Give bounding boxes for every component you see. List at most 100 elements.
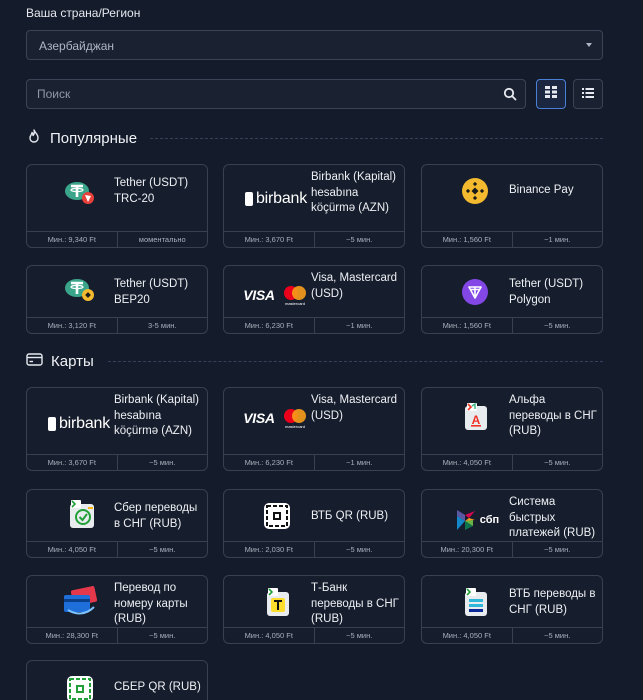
card-footer: Мин.: 2,030 Ft ~5 мин. (224, 541, 404, 557)
region-label: Ваша страна/Регион (26, 6, 141, 20)
method-name: Birbank (Kapital) hesabına köçürmə (AZN) (311, 171, 397, 214)
processing-time: ~1 мин. (544, 235, 571, 244)
method-name: Tether (USDT) BEP20 (114, 278, 189, 306)
tether-bep20-icon (39, 270, 121, 310)
grid-icon (545, 85, 557, 103)
fire-icon (26, 128, 42, 148)
sber-qr-icon (39, 669, 121, 700)
vtb-transfer-icon (434, 582, 516, 622)
visa-logo: VISA (243, 287, 275, 303)
method-name: Т-Банк переводы в СНГ (RUB) (311, 582, 399, 625)
birbank-logo-text: birbank (58, 415, 111, 432)
min-amount: Мин.: 6,230 Ft (224, 318, 315, 333)
visa-mastercard-logo: VISA mastercard (232, 275, 320, 315)
sbp-logo-text: сбп (479, 514, 500, 526)
card-footer: Мин.: 4,050 Ft ~5 мин. (224, 627, 404, 643)
method-name: ВТБ QR (RUB) (311, 510, 389, 522)
method-card[interactable]: Tether (USDT) TRC-20 Мин.: 9,340 Ft момен… (26, 164, 208, 248)
grid-view-button[interactable] (536, 79, 566, 109)
tether-trc20-icon (39, 173, 121, 213)
method-card[interactable]: ВТБ переводы в СНГ (RUB) Мин.: 4,050 Ft ~… (421, 575, 603, 644)
method-name: Альфа переводы в СНГ (RUB) (509, 394, 597, 437)
method-card[interactable]: Tether (USDT) Polygon Мин.: 1,560 Ft ~5 м… (421, 265, 603, 334)
method-card[interactable]: birbank Birbank (Kapital) hesabına köçür… (26, 387, 208, 471)
method-name: Сбер переводы в СНГ (RUB) (114, 502, 198, 530)
search-input[interactable] (27, 80, 487, 108)
method-card[interactable]: А Альфа переводы в СНГ (RUB) Мин.: 4,050… (421, 387, 603, 471)
method-card[interactable]: Т-Банк переводы в СНГ (RUB) Мин.: 4,050 … (223, 575, 405, 644)
method-card[interactable]: ВТБ QR (RUB) Мин.: 2,030 Ft ~5 мин. (223, 489, 405, 558)
processing-time: моментально (138, 235, 186, 244)
birbank-logo-text: birbank (255, 190, 308, 207)
processing-time: ~5 мин. (149, 631, 176, 640)
processing-time: ~5 мин. (346, 545, 373, 554)
card-footer: Мин.: 20,300 Ft ~5 мин. (422, 541, 602, 557)
method-name: Visa, Mastercard (USD) (311, 272, 398, 300)
section-cards: Карты (26, 351, 94, 371)
sber-transfer-icon (39, 494, 121, 534)
method-name: Tether (USDT) Polygon (509, 278, 584, 306)
method-card[interactable]: СБЕР QR (RUB) (26, 660, 208, 700)
card-footer: Мин.: 4,050 Ft ~5 мин. (422, 627, 602, 643)
credit-card-icon (26, 352, 43, 370)
processing-time: ~5 мин. (346, 235, 373, 244)
method-card[interactable]: birbank Birbank (Kapital) hesabına köçür… (223, 164, 405, 248)
min-amount: Мин.: 4,050 Ft (224, 628, 315, 643)
binance-icon (434, 171, 516, 211)
card-footer: Мин.: 3,670 Ft ~5 мин. (224, 231, 404, 247)
section-popular: Популярные (26, 128, 137, 148)
min-amount: Мин.: 1,560 Ft (422, 318, 513, 333)
processing-time: ~5 мин. (544, 321, 571, 330)
method-card[interactable]: Binance Pay Мин.: 1,560 Ft ~1 мин. (421, 164, 603, 248)
section-divider (150, 138, 603, 139)
card-footer: Мин.: 1,560 Ft ~1 мин. (422, 231, 602, 247)
method-name: Binance Pay (509, 184, 574, 196)
method-name: Visa, Mastercard (USD) (311, 394, 398, 422)
min-amount: Мин.: 28,300 Ft (27, 628, 118, 643)
search-icon[interactable] (503, 87, 517, 106)
card-footer: Мин.: 6,230 Ft ~1 мин. (224, 317, 404, 333)
method-name: Перевод по номеру карты (RUB) (114, 582, 188, 625)
visa-mastercard-logo: VISA mastercard (232, 398, 320, 438)
card-footer: Мин.: 3,120 Ft 3-5 мин. (27, 317, 207, 333)
min-amount: Мин.: 4,050 Ft (422, 455, 513, 470)
card-transfer-icon (39, 582, 121, 622)
chevron-down-icon (586, 43, 592, 47)
card-footer: Мин.: 9,340 Ft моментально (27, 231, 207, 247)
method-card[interactable]: Перевод по номеру карты (RUB) Мин.: 28,3… (26, 575, 208, 644)
region-value: Азербайджан (39, 39, 115, 53)
method-card[interactable]: VISA mastercard Visa, Mastercard (USD) М… (223, 387, 405, 471)
processing-time: ~5 мин. (346, 631, 373, 640)
card-footer: Мин.: 28,300 Ft ~5 мин. (27, 627, 207, 643)
processing-time: ~5 мин. (544, 631, 571, 640)
method-card[interactable]: Tether (USDT) BEP20 Мин.: 3,120 Ft 3-5 ми… (26, 265, 208, 334)
birbank-logo: birbank (232, 179, 320, 219)
svg-text:mastercard: mastercard (285, 424, 305, 429)
min-amount: Мин.: 20,300 Ft (422, 542, 513, 557)
min-amount: Мин.: 4,050 Ft (27, 542, 118, 557)
min-amount: Мин.: 9,340 Ft (27, 232, 118, 247)
min-amount: Мин.: 1,560 Ft (422, 232, 513, 247)
visa-logo: VISA (243, 410, 275, 426)
region-select[interactable]: Азербайджан (26, 30, 603, 60)
card-footer: Мин.: 4,050 Ft ~5 мин. (422, 454, 602, 470)
method-card[interactable]: Сбер переводы в СНГ (RUB) Мин.: 4,050 Ft… (26, 489, 208, 558)
processing-time: ~5 мин. (149, 458, 176, 467)
list-view-button[interactable] (573, 79, 603, 109)
method-card[interactable]: сбп Система быстрых платежей (RUB) Мин.:… (421, 489, 603, 558)
method-name: ВТБ переводы в СНГ (RUB) (509, 588, 596, 616)
min-amount: Мин.: 3,670 Ft (224, 232, 315, 247)
alfa-transfer-icon: А (434, 396, 516, 436)
min-amount: Мин.: 2,030 Ft (224, 542, 315, 557)
search-box (26, 79, 526, 109)
processing-time: ~1 мин. (346, 321, 373, 330)
processing-time: ~1 мин. (346, 458, 373, 467)
method-name: Система быстрых платежей (RUB) (509, 496, 596, 539)
min-amount: Мин.: 4,050 Ft (422, 628, 513, 643)
processing-time: ~5 мин. (544, 545, 571, 554)
method-card[interactable]: VISA mastercard Visa, Mastercard (USD) М… (223, 265, 405, 334)
method-name: Birbank (Kapital) hesabına köçürmə (AZN) (114, 394, 200, 437)
processing-time: 3-5 мин. (148, 321, 177, 330)
card-footer: Мин.: 6,230 Ft ~1 мин. (224, 454, 404, 470)
section-divider (108, 361, 603, 362)
